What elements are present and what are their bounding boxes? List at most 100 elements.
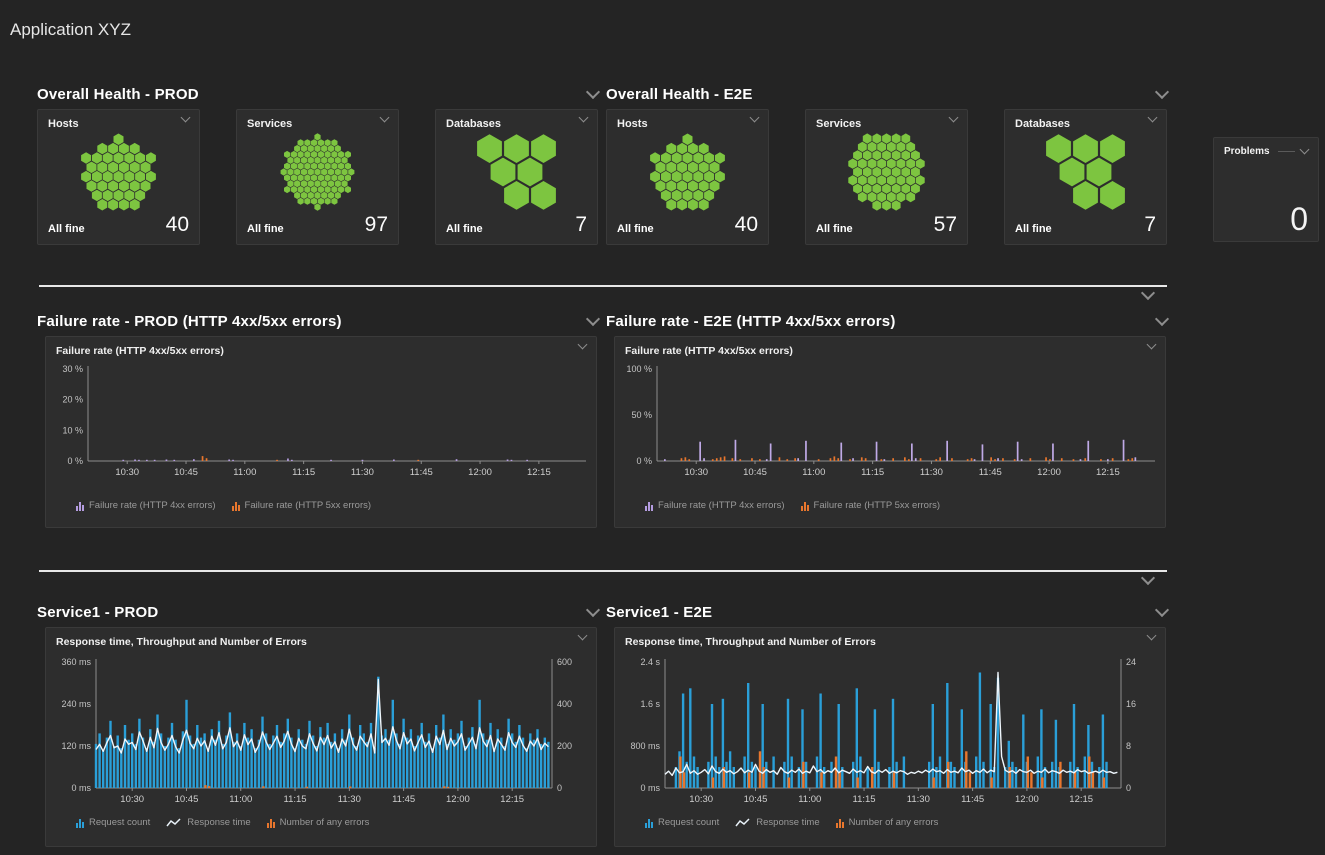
bar-series-icon: [267, 818, 275, 828]
tile-problems[interactable]: Problems 0: [1213, 137, 1319, 242]
svg-text:360 ms: 360 ms: [61, 657, 91, 667]
status-text: All fine: [247, 223, 284, 235]
chevron-down-icon[interactable]: [1141, 286, 1155, 300]
svg-text:11:00: 11:00: [233, 467, 256, 478]
line-series-icon: [735, 818, 751, 828]
legend-label: Number of any errors: [849, 817, 939, 828]
chevron-down-icon[interactable]: [949, 113, 959, 123]
chevron-down-icon[interactable]: [586, 85, 600, 99]
svg-text:0 %: 0 %: [636, 456, 652, 466]
legend-item[interactable]: Response time: [166, 817, 250, 828]
chevron-down-icon[interactable]: [1155, 603, 1169, 617]
legend-label: Response time: [187, 817, 250, 828]
chevron-down-icon[interactable]: [579, 113, 589, 123]
hex-cluster[interactable]: [1015, 132, 1156, 212]
legend-item[interactable]: Request count: [76, 817, 150, 828]
svg-text:10:45: 10:45: [743, 467, 767, 478]
chevron-down-icon[interactable]: [1147, 340, 1157, 350]
svg-text:600: 600: [557, 657, 572, 667]
health-row: Overall Health - PROD Hosts All fine 40: [37, 83, 1325, 245]
svg-text:10:45: 10:45: [174, 467, 198, 478]
chart-title: Failure rate (HTTP 4xx/5xx errors): [625, 345, 793, 357]
tile-services-e2e[interactable]: Services All fine 57: [805, 109, 968, 245]
svg-text:24: 24: [1126, 657, 1136, 667]
legend-label: Response time: [756, 817, 819, 828]
tile-title: Problems: [1224, 146, 1270, 157]
page-title: Application XYZ: [0, 11, 1325, 40]
problems-count: 0: [1224, 203, 1308, 235]
svg-text:50 %: 50 %: [631, 410, 652, 420]
chevron-down-icon[interactable]: [1155, 312, 1169, 326]
chevron-down-icon[interactable]: [1141, 571, 1155, 585]
bar-series-icon: [645, 818, 653, 828]
hex-cluster[interactable]: [446, 132, 587, 212]
chevron-down-icon[interactable]: [1147, 631, 1157, 641]
svg-text:20 %: 20 %: [62, 395, 83, 405]
legend-item[interactable]: Request count: [645, 817, 719, 828]
legend-item[interactable]: Failure rate (HTTP 4xx errors): [76, 500, 216, 511]
legend-label: Failure rate (HTTP 5xx errors): [814, 500, 941, 511]
tile-hosts-prod[interactable]: Hosts All fine 40: [37, 109, 200, 245]
svg-text:12:00: 12:00: [446, 794, 470, 805]
svg-text:2.4 s: 2.4 s: [640, 657, 660, 667]
failure-rate-row: Failure rate - PROD (HTTP 4xx/5xx errors…: [37, 310, 1325, 528]
svg-text:10:30: 10:30: [689, 794, 713, 805]
legend-item[interactable]: Failure rate (HTTP 5xx errors): [232, 500, 372, 511]
svg-text:12:15: 12:15: [527, 467, 551, 478]
svg-text:11:30: 11:30: [907, 794, 930, 805]
chevron-down-icon[interactable]: [1148, 113, 1158, 123]
svg-text:10:30: 10:30: [115, 467, 139, 478]
section-title-health-prod: Overall Health - PROD: [37, 86, 199, 103]
chart-legend: Request count Response time Number of any …: [623, 817, 1157, 828]
section-title-health-e2e: Overall Health - E2E: [606, 86, 753, 103]
svg-text:30 %: 30 %: [62, 364, 83, 374]
chevron-down-icon[interactable]: [380, 113, 390, 123]
chevron-down-icon[interactable]: [586, 312, 600, 326]
svg-text:800 ms: 800 ms: [630, 741, 660, 751]
legend-item[interactable]: Number of any errors: [267, 817, 370, 828]
failure-e2e-chart[interactable]: 100 %50 %0 %10:3010:4511:0011:1511:3011:…: [623, 359, 1159, 497]
failure-prod-chart-tile: Failure rate (HTTP 4xx/5xx errors) 30 %2…: [45, 336, 597, 528]
tile-title: Hosts: [48, 118, 79, 130]
legend-item[interactable]: Number of any errors: [836, 817, 939, 828]
hex-cluster[interactable]: [617, 132, 758, 212]
legend-item[interactable]: Response time: [735, 817, 819, 828]
chevron-down-icon[interactable]: [578, 340, 588, 350]
chevron-down-icon[interactable]: [750, 113, 760, 123]
chevron-down-icon[interactable]: [586, 603, 600, 617]
chevron-down-icon[interactable]: [1155, 85, 1169, 99]
service-prod-chart[interactable]: 360 ms240 ms120 ms0 ms600400200010:3010:…: [54, 650, 590, 814]
bar-series-icon: [76, 501, 84, 511]
service-e2e-chart[interactable]: 2.4 s1.6 s800 ms0 ms24168010:3010:4511:0…: [623, 650, 1159, 814]
tile-databases-prod[interactable]: Databases All fine 7: [435, 109, 598, 245]
failure-prod-chart[interactable]: 30 %20 %10 %0 %10:3010:4511:0011:1511:30…: [54, 359, 590, 497]
svg-text:11:45: 11:45: [410, 467, 433, 478]
svg-text:10 %: 10 %: [62, 426, 83, 436]
legend-item[interactable]: Failure rate (HTTP 4xx errors): [645, 500, 785, 511]
status-text: All fine: [816, 223, 853, 235]
svg-text:11:45: 11:45: [979, 467, 1002, 478]
tile-databases-e2e[interactable]: Databases All fine 7: [1004, 109, 1167, 245]
service-prod-chart-tile: Response time, Throughput and Number of …: [45, 627, 597, 847]
legend-label: Failure rate (HTTP 5xx errors): [245, 500, 372, 511]
svg-text:11:30: 11:30: [351, 467, 374, 478]
svg-text:240 ms: 240 ms: [61, 699, 91, 709]
section-title-failure-e2e: Failure rate - E2E (HTTP 4xx/5xx errors): [606, 313, 896, 330]
chevron-down-icon[interactable]: [181, 113, 191, 123]
svg-text:0: 0: [557, 783, 562, 793]
svg-text:11:45: 11:45: [961, 794, 984, 805]
chevron-down-icon[interactable]: [1300, 145, 1310, 155]
hex-cluster[interactable]: [48, 132, 189, 212]
tile-hosts-e2e[interactable]: Hosts All fine 40: [606, 109, 769, 245]
svg-text:100 %: 100 %: [626, 364, 652, 374]
legend-item[interactable]: Failure rate (HTTP 5xx errors): [801, 500, 941, 511]
service-row: Service1 - PROD Response time, Throughpu…: [37, 601, 1325, 847]
hex-cluster[interactable]: [816, 132, 957, 212]
svg-text:12:00: 12:00: [1015, 794, 1039, 805]
svg-text:0 %: 0 %: [67, 456, 83, 466]
hex-cluster[interactable]: [247, 132, 388, 212]
svg-text:12:00: 12:00: [1037, 467, 1061, 478]
tile-services-prod[interactable]: Services All fine 97: [236, 109, 399, 245]
chevron-down-icon[interactable]: [578, 631, 588, 641]
section-overall-health-prod: Overall Health - PROD Hosts All fine 40: [37, 83, 598, 245]
